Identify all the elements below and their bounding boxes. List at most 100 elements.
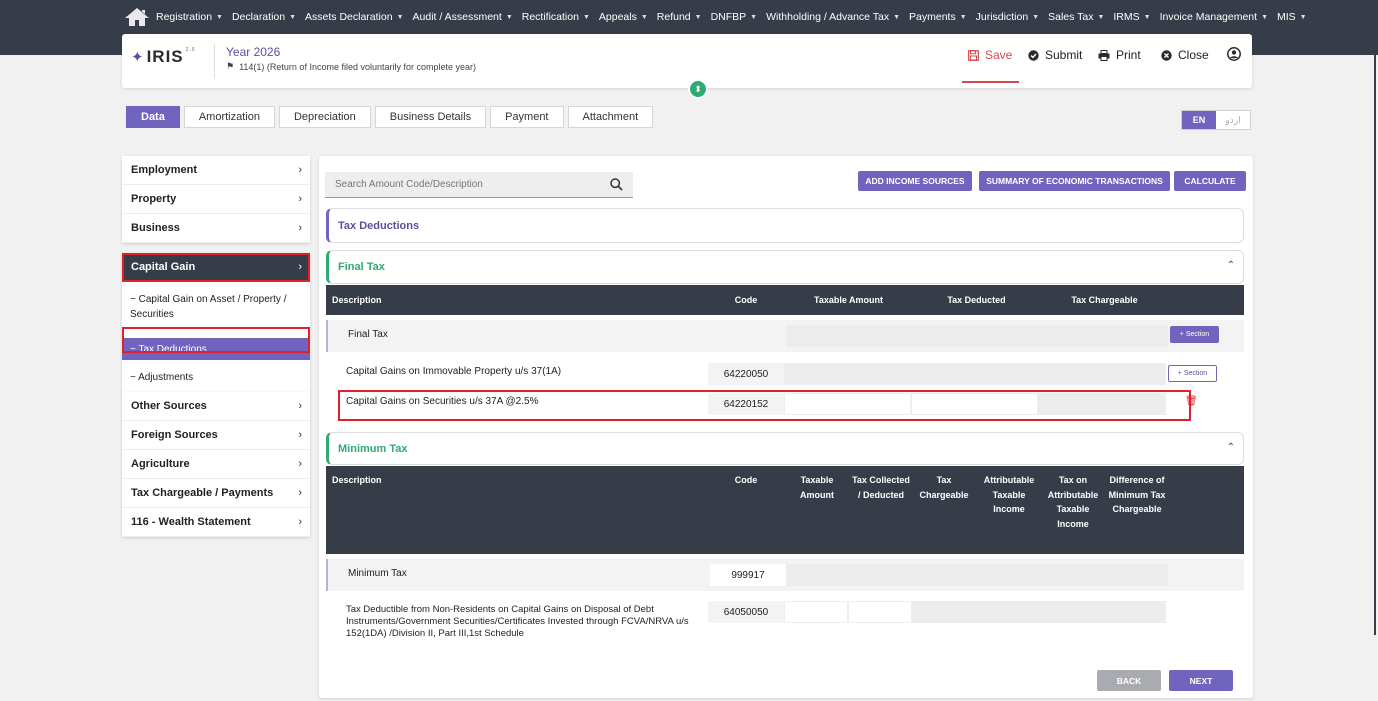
tab-amortization[interactable]: Amortization xyxy=(183,106,275,128)
next-button[interactable]: NEXT xyxy=(1169,670,1233,691)
section-minimum-tax[interactable]: Minimum Tax ⌃ xyxy=(326,432,1244,465)
tab-payment[interactable]: Payment xyxy=(490,106,564,128)
row-code: 64220152 xyxy=(708,393,784,415)
chevron-right-icon: › xyxy=(298,164,302,176)
chevron-right-icon: › xyxy=(298,429,302,441)
sidebar-item-foreign-sources[interactable]: Foreign Sources › xyxy=(122,421,310,450)
search-input[interactable] xyxy=(335,179,575,190)
menu-irms[interactable]: IRMS ▼ xyxy=(1113,11,1150,23)
tax-collected-input[interactable] xyxy=(848,601,912,623)
col-tax-deducted: Tax Deducted xyxy=(947,295,1006,305)
add-section-button[interactable]: + Section xyxy=(1168,365,1217,382)
col-description: Description xyxy=(332,475,382,485)
lang-urdu-button[interactable]: اردو xyxy=(1216,111,1250,129)
calculate-button[interactable]: CALCULATE xyxy=(1174,171,1246,191)
chevron-right-icon: › xyxy=(298,487,302,499)
search-bar xyxy=(325,172,633,198)
col-code: Code xyxy=(734,295,758,305)
final-tax-table-header: Description Code Taxable Amount Tax Dedu… xyxy=(326,285,1244,315)
menu-invoice-management[interactable]: Invoice Management ▼ xyxy=(1160,11,1268,23)
menu-payments[interactable]: Payments ▼ xyxy=(909,11,967,23)
taxable-amount-input[interactable] xyxy=(784,601,848,623)
row-amount-fields xyxy=(784,363,1166,385)
caret-down-icon: ▼ xyxy=(1299,13,1307,21)
taxable-amount-input[interactable] xyxy=(784,393,911,415)
add-income-sources-button[interactable]: ADD INCOME SOURCES xyxy=(858,171,972,191)
main-content: ADD INCOME SOURCES SUMMARY OF ECONOMIC T… xyxy=(319,156,1253,698)
sidebar-sub-capital-gain-asset[interactable]: − Capital Gain on Asset / Property / Sec… xyxy=(122,282,310,322)
menu-declaration[interactable]: Declaration ▼ xyxy=(232,11,296,23)
col-tax-chargeable: Tax Chargeable xyxy=(1071,295,1138,305)
chevron-right-icon: › xyxy=(298,400,302,412)
menu-sales-tax[interactable]: Sales Tax ▼ xyxy=(1048,11,1104,23)
section-tax-deductions[interactable]: Tax Deductions xyxy=(326,208,1244,243)
sidebar-sub-adjustments[interactable]: − Adjustments xyxy=(122,360,310,394)
sidebar-item-capital-gain[interactable]: Capital Gain › xyxy=(122,253,310,282)
menu-refund[interactable]: Refund ▼ xyxy=(657,11,702,23)
section-final-tax[interactable]: Final Tax ⌃ xyxy=(326,250,1244,284)
summary-economic-transactions-button[interactable]: SUMMARY OF ECONOMIC TRANSACTIONS xyxy=(979,171,1170,191)
tab-data[interactable]: Data xyxy=(126,106,180,128)
menu-registration[interactable]: Registration ▼ xyxy=(156,11,223,23)
chevron-right-icon: › xyxy=(298,516,302,528)
flag-icon: ⚑ xyxy=(226,61,235,71)
back-button[interactable]: BACK xyxy=(1097,670,1161,691)
caret-down-icon: ▼ xyxy=(640,13,648,21)
search-icon[interactable] xyxy=(610,178,623,191)
floppy-icon xyxy=(968,49,979,61)
row-code: 64220050 xyxy=(708,363,784,385)
save-underline xyxy=(962,81,1019,83)
sidebar-item-agriculture[interactable]: Agriculture › xyxy=(122,450,310,479)
collapse-header-toggle-icon[interactable]: ⬍ xyxy=(688,79,708,99)
tab-depreciation[interactable]: Depreciation xyxy=(278,106,371,128)
lang-en-button[interactable]: EN xyxy=(1182,111,1216,129)
trash-icon[interactable]: 🗑 xyxy=(1185,396,1198,407)
row-description: Final Tax xyxy=(348,329,388,340)
menu-audit-assessment[interactable]: Audit / Assessment ▼ xyxy=(413,11,513,23)
caret-down-icon: ▼ xyxy=(289,13,297,21)
sidebar-item-other-sources[interactable]: Other Sources › xyxy=(122,392,310,421)
sidebar-sub-tax-deductions[interactable]: − Tax Deductions xyxy=(122,338,310,360)
tax-deducted-input[interactable] xyxy=(911,393,1038,415)
col-difference: Difference of Minimum Tax Chargeable xyxy=(1108,475,1166,514)
menu-dnfbp[interactable]: DNFBP ▼ xyxy=(711,11,758,23)
save-button[interactable]: Save xyxy=(968,48,1012,62)
close-button[interactable]: Close xyxy=(1161,48,1209,62)
table-row: Capital Gains on Securities u/s 37A @2.5… xyxy=(326,392,1244,420)
row-description: Tax Deductible from Non-Residents on Cap… xyxy=(346,604,689,639)
caret-down-icon: ▼ xyxy=(1143,13,1151,21)
chevron-up-icon[interactable]: ⌃ xyxy=(1227,260,1235,271)
menu-rectification[interactable]: Rectification ▼ xyxy=(522,11,590,23)
table-row: Capital Gains on Immovable Property u/s … xyxy=(326,360,1244,390)
sidebar-item-employment[interactable]: Employment › xyxy=(122,156,310,185)
submit-button[interactable]: Submit xyxy=(1028,48,1082,62)
sidebar-group-income: Employment › Property › Business › xyxy=(122,156,310,243)
user-account-icon[interactable] xyxy=(1227,47,1241,61)
row-code: 999917 xyxy=(710,564,786,586)
sidebar-item-property[interactable]: Property › xyxy=(122,185,310,214)
row-amount-fields xyxy=(912,601,1166,623)
close-circle-icon xyxy=(1161,49,1172,61)
menu-mis[interactable]: MIS ▼ xyxy=(1277,11,1307,23)
caret-down-icon: ▼ xyxy=(582,13,590,21)
menu-withholding[interactable]: Withholding / Advance Tax ▼ xyxy=(766,11,900,23)
menu-assets-declaration[interactable]: Assets Declaration ▼ xyxy=(305,11,403,23)
menu-jurisdiction[interactable]: Jurisdiction ▼ xyxy=(976,11,1039,23)
col-taxable-amount: Taxable Amount xyxy=(813,295,883,305)
row-description: Capital Gains on Immovable Property u/s … xyxy=(346,366,562,377)
caret-down-icon: ▼ xyxy=(694,13,702,21)
home-icon[interactable] xyxy=(124,7,150,27)
add-section-button[interactable]: + Section xyxy=(1170,326,1219,343)
sidebar-item-business[interactable]: Business › xyxy=(122,214,310,243)
tab-business-details[interactable]: Business Details xyxy=(374,106,487,128)
row-description: Capital Gains on Securities u/s 37A @2.5… xyxy=(346,396,539,407)
chevron-up-icon[interactable]: ⌃ xyxy=(1227,442,1235,453)
menu-appeals[interactable]: Appeals ▼ xyxy=(599,11,648,23)
tab-attachment[interactable]: Attachment xyxy=(567,106,654,128)
sidebar-item-wealth-statement[interactable]: 116 - Wealth Statement › xyxy=(122,508,310,537)
table-row: Final Tax + Section xyxy=(326,320,1244,352)
col-tax-on-attributable: Tax on Attributable Taxable Income xyxy=(1047,475,1099,529)
print-button[interactable]: Print xyxy=(1098,48,1141,62)
iris-wing-icon: ✦ xyxy=(131,49,145,66)
sidebar-item-tax-chargeable[interactable]: Tax Chargeable / Payments › xyxy=(122,479,310,508)
